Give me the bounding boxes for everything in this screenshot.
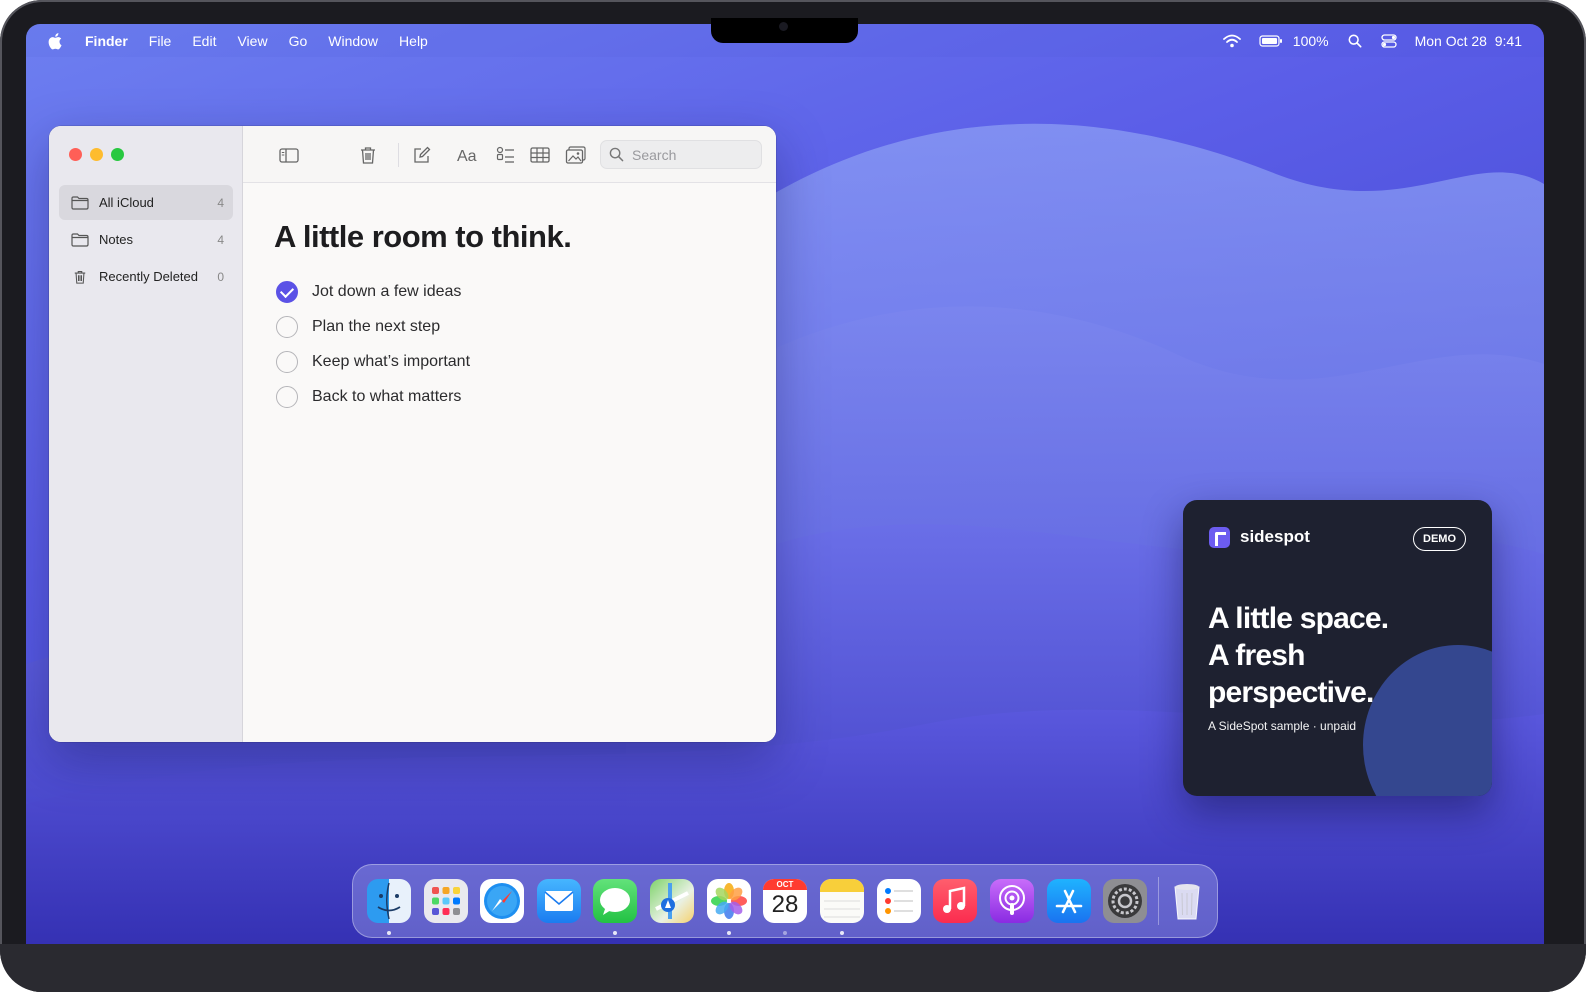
sidebar-item-label: All iCloud [99, 195, 154, 210]
wifi-icon[interactable] [1222, 34, 1241, 48]
media-icon[interactable] [565, 145, 587, 165]
safari-icon[interactable] [480, 879, 524, 923]
folder-icon [71, 232, 89, 247]
system-settings-icon[interactable] [1103, 879, 1147, 923]
checklist-item-text[interactable]: Back to what matters [312, 388, 461, 406]
camera-notch [711, 18, 858, 43]
running-indicator [613, 931, 617, 935]
messages-icon[interactable] [593, 879, 637, 923]
menu-help[interactable]: Help [399, 33, 428, 49]
battery-percentage: 100% [1292, 32, 1329, 49]
checklist-item: Keep what’s important [276, 344, 470, 379]
checklist: Jot down a few ideas Plan the next step … [276, 274, 470, 414]
laptop-base [0, 944, 1586, 992]
close-button[interactable] [69, 148, 82, 161]
menu-go[interactable]: Go [289, 33, 308, 49]
dock-divider [1158, 877, 1159, 925]
minimize-button[interactable] [90, 148, 103, 161]
calendar-icon[interactable]: OCT 28 [763, 879, 807, 923]
app-store-icon[interactable] [1047, 879, 1091, 923]
music-icon[interactable] [933, 879, 977, 923]
calendar-month: OCT [763, 879, 807, 890]
battery-icon[interactable] [1259, 34, 1283, 48]
checklist-item-text[interactable]: Keep what’s important [312, 353, 470, 371]
ad-headline-line: A little space. [1208, 602, 1389, 635]
apple-logo-icon[interactable] [48, 32, 64, 50]
compose-note-icon[interactable] [411, 145, 433, 165]
menu-clock[interactable]: Mon Oct 28 9:41 [1415, 33, 1522, 49]
dock: OCT 28 [352, 864, 1218, 938]
sidebar-item-notes[interactable]: Notes 4 [59, 222, 233, 257]
menu-view[interactable]: View [237, 33, 267, 49]
sidebar-item-label: Notes [99, 232, 133, 247]
sidebar-item-label: Recently Deleted [99, 269, 198, 284]
checked-checkbox[interactable] [276, 280, 298, 303]
sidebar-item-count: 4 [217, 232, 224, 247]
trash-icon[interactable] [1165, 879, 1209, 923]
unchecked-checkbox[interactable] [276, 315, 298, 338]
trash-icon [74, 270, 86, 284]
maps-icon[interactable] [650, 879, 694, 923]
control-center-icon[interactable] [1380, 33, 1397, 48]
notes-icon[interactable] [820, 879, 864, 923]
notes-sidebar: All iCloud 4 Notes 4 Recently Deleted 0 [49, 126, 243, 742]
zoom-button[interactable] [111, 148, 124, 161]
camera-icon [779, 22, 788, 31]
window-controls [69, 148, 124, 161]
search-icon [609, 147, 624, 162]
toolbar-divider [398, 143, 399, 167]
launchpad-icon[interactable] [424, 879, 468, 923]
sidebar-item-count: 0 [217, 269, 224, 284]
finder-icon[interactable] [367, 879, 411, 923]
checklist-item-text[interactable]: Plan the next step [312, 318, 440, 336]
checklist-item: Jot down a few ideas [276, 274, 470, 309]
delete-note-icon[interactable] [357, 145, 379, 165]
note-editor[interactable]: A little room to think. Jot down a few i… [243, 183, 776, 742]
svg-text:Aa: Aa [457, 148, 477, 165]
unchecked-checkbox[interactable] [276, 350, 298, 373]
unchecked-checkbox[interactable] [276, 385, 298, 408]
folder-list: All iCloud 4 Notes 4 Recently Deleted 0 [59, 185, 233, 296]
sidebar-item-count: 4 [217, 195, 224, 210]
notes-toolbar: Aa [243, 126, 776, 183]
demo-badge: DEMO [1413, 527, 1466, 551]
mail-icon[interactable] [537, 879, 581, 923]
sidespot-logo-icon [1209, 527, 1230, 548]
folder-icon [71, 195, 89, 210]
calendar-day: 28 [771, 891, 799, 918]
reminders-icon[interactable] [877, 879, 921, 923]
menu-file[interactable]: File [149, 33, 172, 49]
running-indicator [727, 931, 731, 935]
sidebar-toggle-icon[interactable] [278, 145, 300, 165]
menu-app-name[interactable]: Finder [85, 33, 128, 49]
search-field[interactable] [600, 140, 762, 169]
running-indicator [783, 931, 787, 935]
menu-edit[interactable]: Edit [192, 33, 216, 49]
checklist-item: Back to what matters [276, 379, 470, 414]
photos-icon[interactable] [707, 879, 751, 923]
notes-icon-header [820, 879, 864, 892]
table-icon[interactable] [529, 145, 551, 165]
desktop-screen: Finder File Edit View Go Window Help 100… [26, 24, 1544, 944]
ad-headline-line: A fresh [1208, 639, 1305, 672]
checklist-item: Plan the next step [276, 309, 470, 344]
note-title[interactable]: A little room to think. [274, 219, 572, 255]
sidespot-ad-card[interactable]: sidespot DEMO A little space. A fresh pe… [1183, 500, 1492, 796]
search-input[interactable] [632, 146, 752, 163]
running-indicator [387, 931, 391, 935]
sidebar-item-all-icloud[interactable]: All iCloud 4 [59, 185, 233, 220]
ad-brand-name: sidespot [1240, 527, 1310, 546]
sidebar-item-recently-deleted[interactable]: Recently Deleted 0 [59, 259, 233, 294]
running-indicator [840, 931, 844, 935]
menu-window[interactable]: Window [328, 33, 378, 49]
ad-headline-line: perspective. [1208, 676, 1374, 709]
checklist-item-text[interactable]: Jot down a few ideas [312, 283, 461, 301]
spotlight-search-icon[interactable] [1347, 34, 1363, 48]
podcasts-icon[interactable] [990, 879, 1034, 923]
ad-footer-text: A SideSpot sample · unpaid [1208, 719, 1357, 733]
notes-window: All iCloud 4 Notes 4 Recently Deleted 0 [49, 126, 776, 742]
ad-headline: A little space. A fresh perspective. [1208, 600, 1468, 711]
text-format-icon[interactable]: Aa [456, 145, 482, 165]
checklist-icon[interactable] [495, 145, 517, 165]
